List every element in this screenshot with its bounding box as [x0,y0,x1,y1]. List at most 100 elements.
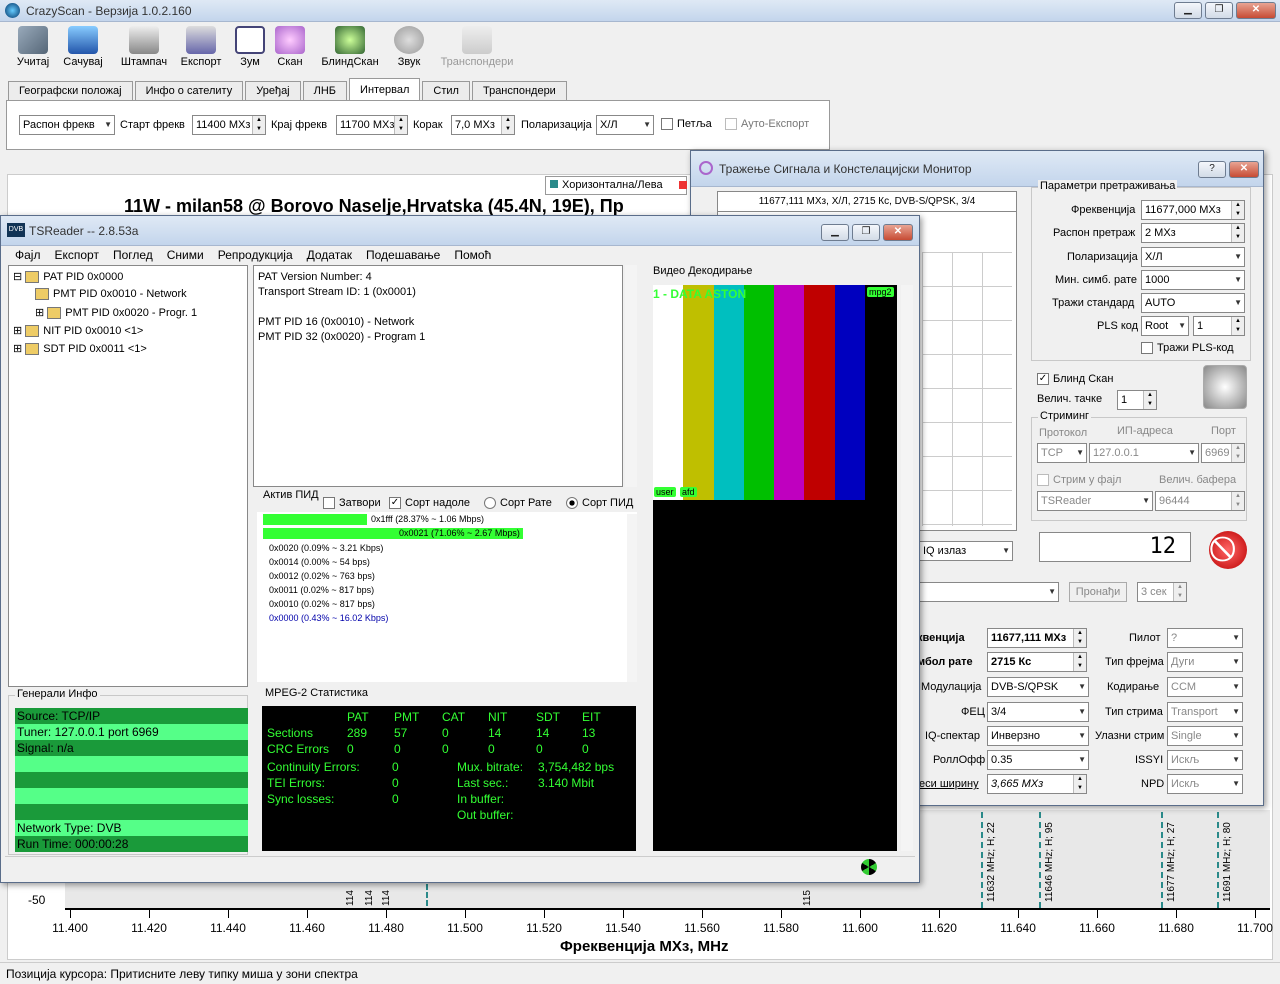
tab-geo[interactable]: Географски положај [8,81,133,100]
proto-select[interactable]: TCP [1037,443,1087,463]
ts-close-button[interactable]: ✕ [883,224,913,241]
tab-device[interactable]: Уређај [245,81,301,100]
pid-row[interactable]: 0x0011 (0.02% ~ 817 bps) [269,585,374,595]
minsym-select[interactable]: 1000 [1141,270,1245,290]
roll-select[interactable]: 0.35 [987,750,1089,770]
frame-select[interactable]: Дуги [1167,652,1243,672]
tree-item[interactable]: ⊟ PAT PID 0x0000 [13,270,123,284]
video-panel[interactable]: 1 - DATA ASTON mpg2 user afd [653,285,897,851]
signal-select[interactable] [919,582,1059,602]
close-checkbox[interactable]: Затвори [323,497,381,510]
app-select[interactable]: TSReader [1037,491,1153,511]
buffer-input[interactable]: 96444 [1155,491,1245,511]
tree-item[interactable]: ⊞ PMT PID 0x0020 - Progr. 1 [35,306,197,320]
tab-transponders[interactable]: Транспондери [471,81,567,100]
sort-pid-radio[interactable]: Сорт ПИД [566,497,633,510]
stype-select[interactable]: Transport [1167,702,1243,722]
menu-view[interactable]: Поглед [106,246,160,264]
pls-search-checkbox[interactable]: Тражи PLS-код [1141,342,1234,355]
search-freq-input[interactable]: 11677,000 МХз [1141,200,1245,220]
pid-row[interactable]: 0x0012 (0.02% ~ 763 bps) [269,571,375,581]
iqspec-select[interactable]: Инверзно [987,726,1089,746]
tab-lnb[interactable]: ЛНБ [302,81,348,100]
pid-row[interactable]: 0x0000 (0.43% ~ 16.02 Kbps) [269,613,388,623]
range-input[interactable]: 2 МХз [1141,223,1245,243]
freq-result[interactable]: 11677,111 МХз [987,628,1087,648]
menu-playback[interactable]: Репродукција [211,246,300,264]
fec-select[interactable]: 3/4 [987,702,1089,722]
start-freq-input[interactable]: 11400 МХз [192,115,266,135]
tree-item[interactable]: ⊞ SDT PID 0x0011 <1> [13,342,147,356]
pid-scrollbar[interactable] [627,514,637,682]
instream-select[interactable]: Single [1167,726,1243,746]
pid-row[interactable]: 0x0021 (71.06% ~ 2.67 Mbps) [399,528,520,538]
ts-maximize-button[interactable]: ❐ [852,224,880,241]
pilot-select[interactable]: ? [1167,628,1243,648]
tree-item[interactable]: PMT PID 0x0010 - Network [35,288,187,301]
tab-interval[interactable]: Интервал [349,78,421,100]
menu-record[interactable]: Сними [160,246,211,264]
x-tick-label: 11.500 [447,921,483,935]
auto-export-checkbox[interactable]: Ауто-Експорт [725,118,809,131]
transponders-button[interactable]: Транспондери [440,26,514,68]
pls-num-input[interactable]: 1 [1193,316,1245,336]
video-scrollbar[interactable] [901,285,913,851]
pid-row[interactable]: 0x0014 (0.00% ~ 54 bps) [269,557,370,567]
step-input[interactable]: 7,0 МХз [451,115,515,135]
blindscan-button[interactable]: БлиндСкан [318,26,382,68]
code-select[interactable]: CCM [1167,677,1243,697]
maximize-button[interactable]: ❐ [1205,2,1233,19]
start-label: Старт фрекв [120,119,185,131]
find-button[interactable]: Пронађи [1069,582,1127,602]
close-button[interactable]: ✕ [1236,2,1276,19]
x-tick [544,910,545,918]
sort-rate-radio[interactable]: Сорт Рате [484,497,552,510]
bw-result[interactable]: 3,665 МХз [987,774,1087,794]
pol-select[interactable]: Х/Л [1141,247,1245,267]
pid-row[interactable]: 0x0010 (0.02% ~ 817 bps) [269,599,375,609]
mode-select[interactable]: Распон фрекв [19,115,115,135]
menu-file[interactable]: Фајл [1,246,47,264]
npd-select[interactable]: Искљ [1167,774,1243,794]
print-button[interactable]: Штампач [118,26,170,68]
detail-scrollbar[interactable] [625,265,637,487]
help-button[interactable]: ? [1198,161,1226,178]
issyi-select[interactable]: Искљ [1167,750,1243,770]
sr-result[interactable]: 2715 Кс [987,652,1087,672]
stat-value: 0 [394,742,401,756]
monitor-close-button[interactable]: ✕ [1229,161,1259,178]
ts-minimize-button[interactable]: ▁ [821,224,849,241]
iq-output-select[interactable]: IQ излаз [919,541,1013,561]
ip-select[interactable]: 127.0.0.1 [1089,443,1199,463]
stream-file-checkbox[interactable]: Стрим у фајл [1037,474,1121,487]
pol-select[interactable]: Х/Л [596,115,654,135]
dot-size-input[interactable]: 1 [1117,390,1157,410]
blind-scan-checkbox[interactable]: ✓ Блинд Скан [1037,373,1113,386]
end-freq-input[interactable]: 11700 МХз [336,115,408,135]
menu-settings[interactable]: Подешавање [359,246,447,264]
save-button[interactable]: Сачувај [57,26,109,68]
tab-sat-info[interactable]: Инфо о сателиту [134,81,244,100]
minimize-button[interactable]: ▁ [1174,2,1202,19]
mod-select[interactable]: DVB-S/QPSK [987,677,1089,697]
scan-button[interactable]: Скан [264,26,316,68]
sort-top-checkbox[interactable]: ✓ Сорт надоле [389,497,470,510]
port-input[interactable]: 6969 [1201,443,1245,463]
export-button[interactable]: Експорт [175,26,227,68]
menu-export[interactable]: Експорт [47,246,105,264]
pls-select[interactable]: Root [1141,316,1189,336]
tab-style[interactable]: Стил [422,81,470,100]
pid-row[interactable]: 0x0020 (0.09% ~ 3.21 Kbps) [269,543,383,553]
pid-row[interactable]: 0x1fff (28.37% ~ 1.06 Mbps) [371,514,484,524]
std-select[interactable]: AUTO [1141,293,1245,313]
stop-icon[interactable]: ⃠ [1209,531,1247,569]
tree-item[interactable]: ⊞ NIT PID 0x0010 <1> [13,324,143,338]
loop-checkbox[interactable]: Петља [661,118,712,131]
time-input[interactable]: 3 сек [1137,582,1187,602]
sound-button[interactable]: Звук [383,26,435,68]
load-button[interactable]: Учитај [7,26,59,68]
satellite-dish-icon[interactable] [1203,365,1247,409]
bw-label[interactable]: еси ширину [919,778,979,790]
menu-plugin[interactable]: Додатак [300,246,359,264]
menu-help[interactable]: Помоћ [447,246,498,264]
